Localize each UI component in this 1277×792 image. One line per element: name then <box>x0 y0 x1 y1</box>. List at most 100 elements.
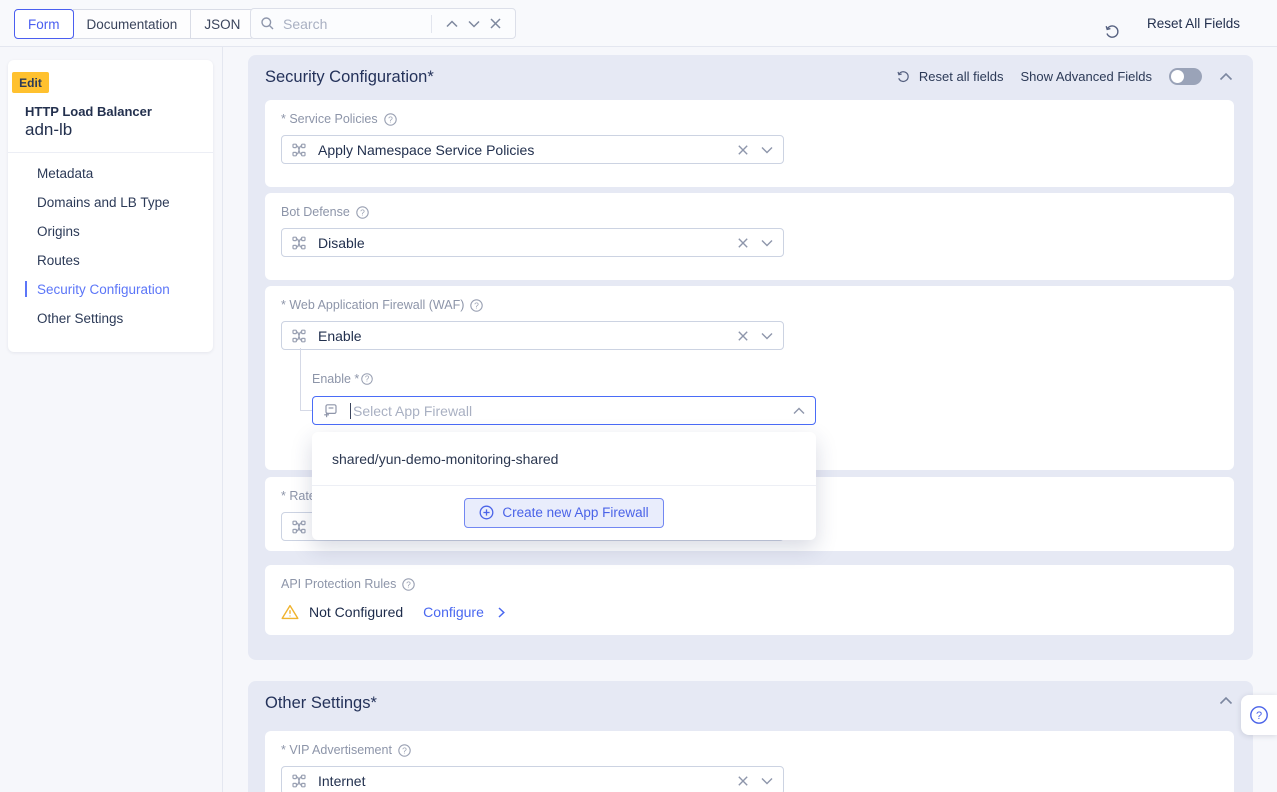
view-tabs: Form Documentation JSON <box>14 9 254 39</box>
svg-text:?: ? <box>388 114 393 124</box>
svg-text:?: ? <box>406 579 411 589</box>
question-circle-icon: ? <box>1249 705 1269 725</box>
clear-icon[interactable] <box>738 238 748 248</box>
select-value: Internet <box>318 773 738 789</box>
svg-text:?: ? <box>475 300 480 310</box>
sidebar-item-origins[interactable]: Origins <box>8 217 213 246</box>
other-settings-section: Other Settings* * VIP Advertisement ? In… <box>248 681 1253 792</box>
search-placeholder: Search <box>283 16 422 32</box>
one-of-selector-icon <box>292 236 306 250</box>
service-policies-select[interactable]: Apply Namespace Service Policies <box>281 135 784 164</box>
dropdown-option[interactable]: shared/yun-demo-monitoring-shared <box>312 432 816 486</box>
chevron-down-icon[interactable] <box>761 332 773 340</box>
one-of-selector-icon <box>292 774 306 788</box>
active-indicator <box>25 281 27 297</box>
reset-section-label: Reset all fields <box>919 69 1004 84</box>
help-icon[interactable]: ? <box>398 744 411 757</box>
clear-icon[interactable] <box>738 776 748 786</box>
section-title: Security Configuration* <box>265 68 434 87</box>
sidebar-item-routes[interactable]: Routes <box>8 246 213 275</box>
search-clear-button[interactable] <box>485 15 506 32</box>
topbar: Form Documentation JSON Search Reset All… <box>0 0 1277 47</box>
section-controls: Reset all fields Show Advanced Fields <box>896 68 1233 85</box>
sidebar-item-domains[interactable]: Domains and LB Type <box>8 188 213 217</box>
field-label: Enable * <box>312 372 359 386</box>
bot-defense-select[interactable]: Disable <box>281 228 784 257</box>
field-label: * Service Policies <box>281 112 378 126</box>
sidebar-item-other-settings[interactable]: Other Settings <box>8 304 213 333</box>
tab-form[interactable]: Form <box>14 9 74 39</box>
clear-icon[interactable] <box>738 331 748 341</box>
help-icon[interactable]: ? <box>402 578 415 591</box>
app-firewall-select[interactable]: Select App Firewall <box>312 396 816 425</box>
create-app-firewall-button[interactable]: Create new App Firewall <box>464 498 663 528</box>
vip-advertisement-card: * VIP Advertisement ? Internet <box>265 731 1234 792</box>
sidebar-item-label: Metadata <box>37 166 93 181</box>
clear-icon[interactable] <box>738 145 748 155</box>
one-of-selector-icon <box>292 329 306 343</box>
chevron-right-icon[interactable] <box>498 607 505 618</box>
chevron-down-icon[interactable] <box>761 239 773 247</box>
help-icon[interactable]: ? <box>356 206 369 219</box>
reset-all-fields-button[interactable]: Reset All Fields <box>1121 0 1240 47</box>
svg-text:?: ? <box>365 375 370 384</box>
select-placeholder: Select App Firewall <box>353 403 793 419</box>
sidebar-item-label: Other Settings <box>37 311 123 326</box>
reference-form-plus-icon <box>323 403 338 418</box>
field-label: * VIP Advertisement <box>281 743 392 757</box>
api-protection-card: API Protection Rules ? Not Configured Co… <box>265 565 1234 635</box>
one-of-selector-icon <box>292 520 306 534</box>
sidebar-item-label: Origins <box>37 224 80 239</box>
field-label: Bot Defense <box>281 205 350 219</box>
one-of-selector-icon <box>292 143 306 157</box>
select-value: Apply Namespace Service Policies <box>318 142 738 158</box>
search-prev-button[interactable] <box>441 17 463 31</box>
chevron-up-icon[interactable] <box>793 407 805 415</box>
help-icon[interactable]: ? <box>384 113 397 126</box>
sidebar-item-label: Security Configuration <box>37 282 170 297</box>
undo-icon <box>896 70 911 83</box>
chevron-down-icon[interactable] <box>761 777 773 785</box>
object-name: adn-lb <box>25 120 72 140</box>
vip-advertisement-select[interactable]: Internet <box>281 766 784 792</box>
help-icon[interactable]: ? <box>470 299 483 312</box>
sidebar-item-security-configuration[interactable]: Security Configuration <box>8 275 213 304</box>
sidebar-divider <box>8 152 213 153</box>
field-label: * Rate <box>281 489 316 503</box>
waf-select[interactable]: Enable <box>281 321 784 350</box>
plus-circle-icon <box>479 505 494 520</box>
tab-json[interactable]: JSON <box>190 9 254 39</box>
search-icon <box>260 16 275 31</box>
create-button-label: Create new App Firewall <box>502 505 648 520</box>
search-divider <box>431 15 432 33</box>
form-nav-panel: Edit HTTP Load Balancer adn-lb Metadata … <box>8 60 213 352</box>
collapse-section-icon[interactable] <box>1219 696 1233 705</box>
form-section-nav: Metadata Domains and LB Type Origins Rou… <box>8 159 213 333</box>
tab-documentation[interactable]: Documentation <box>73 9 192 39</box>
text-cursor <box>350 403 351 419</box>
dropdown-footer: Create new App Firewall <box>312 486 816 539</box>
help-button[interactable]: ? <box>1241 695 1277 735</box>
sidebar-item-metadata[interactable]: Metadata <box>8 159 213 188</box>
toggle-knob <box>1171 70 1184 83</box>
help-icon[interactable]: ? <box>361 373 373 385</box>
svg-text:?: ? <box>360 207 365 217</box>
search-next-button[interactable] <box>463 17 485 31</box>
configure-link[interactable]: Configure <box>423 604 484 620</box>
status-badge: Not Configured <box>309 604 403 620</box>
sidebar-item-label: Routes <box>37 253 80 268</box>
chevron-down-icon[interactable] <box>761 146 773 154</box>
undo-icon <box>1121 9 1138 39</box>
section-title: Other Settings* <box>265 694 377 713</box>
advanced-fields-label: Show Advanced Fields <box>1020 69 1152 84</box>
app-firewall-dropdown: shared/yun-demo-monitoring-shared Create… <box>312 432 816 540</box>
reset-section-button[interactable]: Reset all fields <box>896 69 1004 84</box>
nested-field-connector <box>300 348 312 411</box>
sidebar-item-label: Domains and LB Type <box>37 195 170 210</box>
field-label: API Protection Rules <box>281 577 396 591</box>
warning-icon <box>281 604 299 620</box>
search-input[interactable]: Search <box>250 8 516 39</box>
collapse-section-icon[interactable] <box>1219 72 1233 81</box>
layout-divider <box>222 0 223 792</box>
advanced-fields-toggle[interactable] <box>1169 68 1202 85</box>
